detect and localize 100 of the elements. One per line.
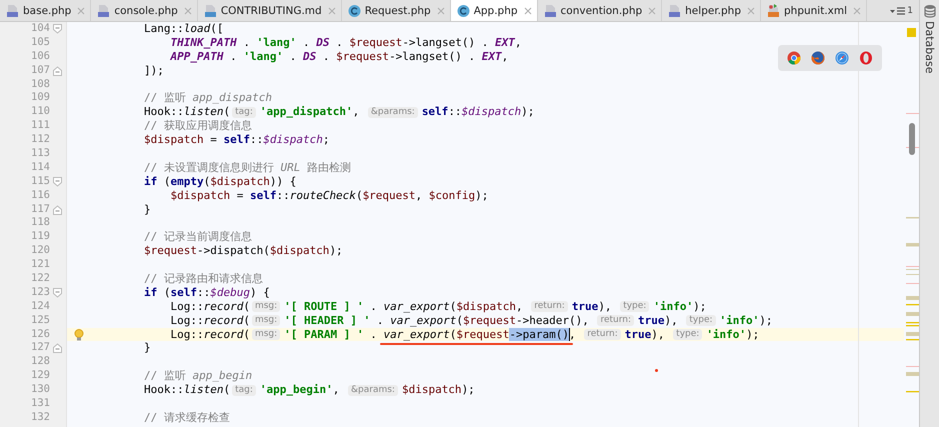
code-text: ]); bbox=[142, 64, 164, 78]
code-comment: // 获取应用调度信息 bbox=[142, 119, 252, 134]
fold-icon[interactable] bbox=[53, 343, 62, 354]
line-number: 114 bbox=[30, 160, 51, 175]
editor-tab[interactable]: App.php bbox=[450, 0, 538, 21]
close-icon[interactable] bbox=[328, 6, 336, 14]
editor-tab[interactable]: convention.php bbox=[538, 0, 662, 21]
file-icon bbox=[668, 4, 682, 18]
code-text: Hook::listen( bbox=[142, 383, 230, 398]
file-icon bbox=[204, 4, 217, 18]
close-icon[interactable] bbox=[184, 6, 192, 14]
fox-globe-icon[interactable] bbox=[811, 51, 825, 65]
code-text: Log::record( bbox=[169, 328, 250, 342]
close-icon[interactable] bbox=[436, 6, 445, 14]
line-number: 108 bbox=[30, 78, 51, 92]
code-text: 'info'); bbox=[706, 328, 760, 342]
fold-icon[interactable] bbox=[53, 176, 62, 187]
ring-icon[interactable] bbox=[859, 51, 873, 65]
code-text: Lang::load([ bbox=[142, 22, 224, 36]
editor-tab[interactable]: Request.php bbox=[342, 0, 451, 21]
file-icon bbox=[6, 4, 19, 18]
editor-tab[interactable]: phpunit.xml bbox=[761, 0, 868, 21]
line-number: 104 bbox=[30, 22, 51, 36]
inlay-hint: tag: bbox=[232, 106, 256, 118]
line-number: 115 bbox=[30, 174, 51, 189]
line-number: 130 bbox=[30, 383, 51, 398]
code-comment: // 记录路由和请求信息 bbox=[142, 272, 263, 286]
code-text: true), bbox=[624, 328, 666, 342]
line-number: 132 bbox=[30, 410, 51, 425]
inlay-hint: msg: bbox=[252, 315, 280, 326]
code-comment: // 监听 app_dispatch bbox=[142, 91, 272, 106]
code-text: true), bbox=[638, 314, 679, 328]
close-icon[interactable] bbox=[77, 6, 86, 14]
code-text: 'app_dispatch', bbox=[260, 105, 360, 120]
line-number: 112 bbox=[30, 133, 51, 148]
close-icon[interactable] bbox=[524, 6, 532, 14]
inlay-hint: return: bbox=[531, 301, 568, 312]
inlay-hint: type: bbox=[673, 329, 702, 340]
inlay-hint: &params: bbox=[368, 106, 418, 118]
line-number: 105 bbox=[30, 36, 51, 50]
line-number: 106 bbox=[30, 50, 51, 64]
line-number: 113 bbox=[30, 147, 51, 161]
lightbulb-icon[interactable] bbox=[74, 328, 84, 341]
color-wheel-icon[interactable] bbox=[787, 51, 801, 65]
fold-icon[interactable] bbox=[53, 24, 62, 34]
scrollbar-thumb[interactable] bbox=[909, 123, 915, 155]
line-number: 110 bbox=[30, 105, 51, 120]
line-number: 116 bbox=[30, 188, 51, 203]
fold-icon[interactable] bbox=[53, 204, 62, 215]
editor-tab[interactable]: base.php bbox=[0, 0, 92, 21]
line-number: 123 bbox=[30, 286, 51, 300]
database-icon[interactable] bbox=[924, 4, 936, 18]
fold-icon[interactable] bbox=[53, 66, 62, 76]
code-text: $dispatch); bbox=[402, 383, 475, 398]
code-text: true), bbox=[572, 300, 613, 314]
editor-tab[interactable]: helper.php bbox=[662, 0, 761, 21]
file-icon bbox=[97, 4, 110, 18]
code-text: Log::record( bbox=[169, 300, 250, 314]
close-icon[interactable] bbox=[747, 6, 755, 14]
code-text: Log::record( bbox=[169, 314, 250, 328]
line-number: 127 bbox=[30, 341, 51, 356]
inlay-hint: type: bbox=[686, 315, 716, 326]
line-number: 124 bbox=[30, 300, 51, 314]
inlay-hint: return: bbox=[584, 329, 621, 340]
tool-window-label[interactable]: Database bbox=[924, 21, 935, 74]
code-text: $request->dispatch($dispatch); bbox=[142, 244, 343, 258]
code-comment: // 监听 app_begin bbox=[142, 369, 252, 384]
line-number: 107 bbox=[30, 64, 51, 78]
editor-tab[interactable]: CONTRIBUTING.md bbox=[198, 0, 342, 21]
code-comment: // 未设置调度信息则进行 URL 路由检测 bbox=[142, 160, 351, 175]
inlay-hint: msg: bbox=[252, 301, 280, 312]
code-text: Hook::listen( bbox=[142, 105, 230, 120]
code-text: '[ PARAM ] ' . var_export($request->param(), bbox=[284, 328, 577, 342]
caret-list-icon bbox=[890, 5, 906, 16]
inlay-hint: &params: bbox=[348, 384, 398, 396]
code-text: THINK_PATH . 'lang' . DS . $request->langset() . EXT, bbox=[169, 36, 522, 50]
code-text: 'app_begin', bbox=[260, 383, 340, 398]
editor-tab[interactable]: console.php bbox=[91, 0, 198, 21]
code-comment: // 请求缓存检查 bbox=[142, 410, 230, 425]
tab-list-button[interactable]: 1 bbox=[884, 0, 919, 21]
compass-icon[interactable] bbox=[835, 51, 849, 65]
line-number: 117 bbox=[30, 202, 51, 216]
line-number: 129 bbox=[30, 369, 51, 384]
inlay-hint: return: bbox=[597, 315, 634, 326]
line-number: 122 bbox=[30, 272, 51, 286]
file-icon bbox=[544, 4, 557, 18]
fold-icon[interactable] bbox=[53, 288, 62, 298]
line-number: 119 bbox=[30, 230, 51, 244]
inlay-hint: tag: bbox=[232, 384, 256, 396]
code-comment: // 记录当前调度信息 bbox=[142, 230, 252, 244]
line-number: 125 bbox=[30, 314, 51, 328]
close-icon[interactable] bbox=[853, 6, 862, 14]
inlay-hint: msg: bbox=[252, 329, 280, 340]
code-text: } bbox=[142, 202, 151, 216]
line-number: 111 bbox=[30, 119, 51, 134]
code-text: 'info'); bbox=[720, 314, 773, 328]
inlay-hint: type: bbox=[620, 301, 650, 312]
line-number: 126 bbox=[30, 328, 51, 342]
close-icon[interactable] bbox=[648, 6, 656, 14]
line-number: 121 bbox=[30, 258, 51, 272]
